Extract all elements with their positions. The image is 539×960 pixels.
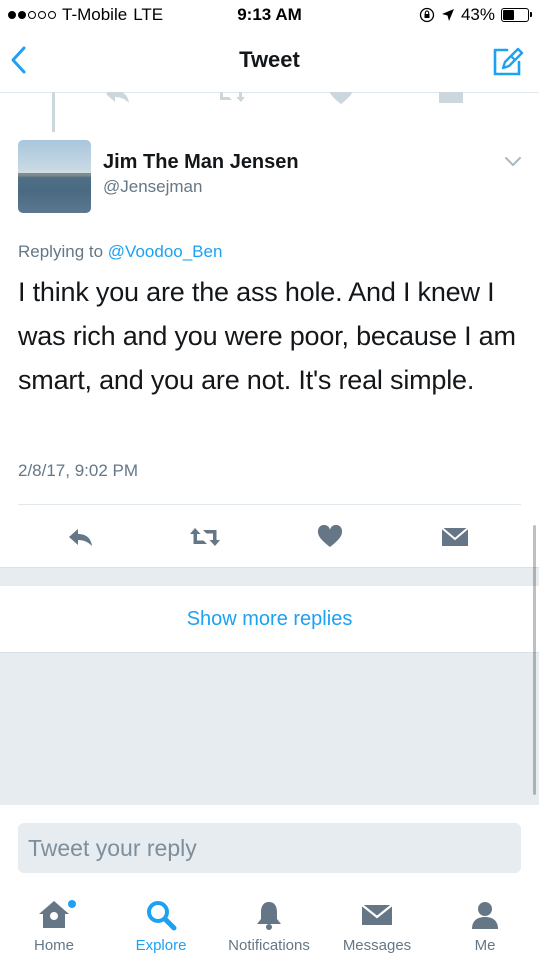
reply-button[interactable]: [61, 522, 101, 552]
tab-me[interactable]: Me: [435, 890, 535, 960]
status-bar: T-Mobile LTE 9:13 AM 43%: [0, 0, 539, 30]
bell-icon: [252, 898, 286, 937]
tweet-reply-input[interactable]: [18, 823, 521, 873]
back-button[interactable]: [6, 42, 36, 78]
empty-replies-area: [0, 652, 539, 806]
tab-explore[interactable]: Explore: [111, 890, 211, 960]
home-icon: [36, 898, 76, 937]
tweet-timestamp: 2/8/17, 9:02 PM: [18, 461, 139, 480]
direct-message-button[interactable]: [435, 522, 475, 552]
envelope-icon: [359, 898, 395, 937]
reply-icon[interactable]: [103, 92, 133, 104]
compose-icon: [493, 47, 524, 76]
replying-to-line: Replying to @Voodoo_Ben: [18, 242, 222, 262]
search-icon: [144, 898, 178, 937]
location-arrow-icon: [441, 9, 454, 21]
tweet-options-button[interactable]: [503, 155, 523, 169]
tab-label: Home: [33, 937, 74, 954]
replying-to-link[interactable]: @Voodoo_Ben: [108, 242, 223, 261]
author-handle[interactable]: @Jensejman: [103, 177, 202, 197]
tab-bar: Home Explore Notifications Messages Me: [0, 890, 539, 960]
tab-messages[interactable]: Messages: [327, 890, 427, 960]
tab-label: Me: [474, 937, 496, 954]
previous-tweet-actions: [0, 92, 539, 104]
tab-home[interactable]: Home: [4, 890, 104, 960]
heart-icon: [317, 525, 343, 547]
tweet-actions: [0, 512, 539, 562]
scrollbar[interactable]: [533, 525, 536, 795]
rotation-lock-icon: [419, 7, 435, 23]
battery-fill: [503, 10, 515, 20]
retweet-icon[interactable]: [215, 92, 247, 104]
tab-label: Explore: [135, 937, 187, 954]
tweet-text: I think you are the ass hole. And I knew…: [18, 277, 516, 395]
page-title: Tweet: [239, 47, 300, 72]
avatar[interactable]: [18, 140, 91, 213]
envelope-icon: [441, 527, 469, 546]
retweet-button[interactable]: [185, 522, 225, 552]
tab-label: Messages: [342, 937, 412, 954]
battery-icon: [501, 8, 532, 22]
home-notification-dot: [68, 900, 76, 908]
battery-percent: 43%: [460, 5, 495, 24]
like-icon[interactable]: [328, 92, 354, 104]
reply-composer: [0, 805, 539, 890]
retweet-icon: [190, 528, 220, 546]
status-right: 43%: [419, 5, 532, 25]
compose-tweet-button[interactable]: [491, 44, 525, 78]
person-icon: [468, 898, 502, 937]
chevron-down-icon: [505, 157, 521, 166]
divider: [18, 504, 521, 505]
direct-message-icon[interactable]: [438, 92, 464, 104]
navigation-bar: Tweet: [0, 30, 539, 93]
tab-label: Notifications: [228, 937, 310, 954]
replying-to-prefix: Replying to: [18, 242, 104, 261]
back-chevron-icon: [11, 46, 26, 74]
tab-notifications[interactable]: Notifications: [219, 890, 319, 960]
show-more-replies-button[interactable]: Show more replies: [0, 586, 539, 652]
like-button[interactable]: [310, 522, 350, 552]
author-name[interactable]: Jim The Man Jensen: [103, 151, 299, 174]
reply-icon: [69, 529, 92, 546]
section-separator: [0, 567, 539, 587]
